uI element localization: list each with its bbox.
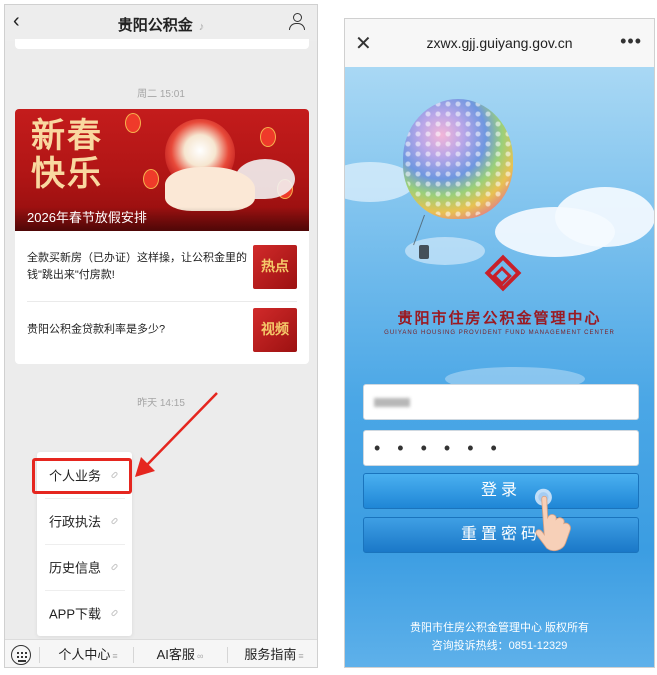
bottom-menu-bar: 个人中心 ≡ AI客服 ∞ 服务指南 ≡ (5, 639, 317, 667)
wechat-chat-screen: ‹ 贵阳公积金 ♪ 周二 15:01 新春快乐 2026年春节放假安排 全款买新房… (4, 4, 318, 668)
tap-hand-icon (534, 488, 571, 552)
reset-password-button[interactable]: 重置密码 (363, 517, 639, 553)
article-thumbnail: 视频 (253, 308, 297, 352)
page-url: zxwx.gjj.guiyang.gov.cn (426, 35, 573, 51)
password-mask: • • • • • • (374, 438, 503, 458)
tab-ai-service[interactable]: AI客服 ∞ (137, 640, 223, 667)
login-button[interactable]: 登录 (363, 473, 639, 509)
article-card[interactable]: 新春快乐 2026年春节放假安排 全款买新房（已办证）这样操，让公积金里的钱"跳… (15, 109, 309, 364)
login-screen: ✕ zxwx.gjj.guiyang.gov.cn ••• 贵阳市住房公积金管理… (344, 18, 655, 668)
highlight-box (32, 458, 132, 494)
sky-background: 贵阳市住房公积金管理中心 GUIYANG HOUSING PROVIDENT F… (345, 67, 654, 667)
previous-message (15, 39, 309, 49)
menu-lines-icon: ≡ (298, 651, 304, 661)
user-icon[interactable] (289, 13, 305, 31)
browser-header: ✕ zxwx.gjj.guiyang.gov.cn ••• (345, 19, 654, 67)
footer-hotline: 咨询投诉热线：0851-12329 (431, 640, 568, 652)
menu-item-app-download[interactable]: APP下载 (37, 590, 132, 636)
menu-lines-icon: ≡ (112, 651, 118, 661)
article-title: 贵阳公积金贷款利率是多少? (27, 323, 166, 336)
more-icon[interactable]: ••• (620, 31, 642, 52)
link-icon (110, 563, 119, 571)
basket-icon (419, 245, 429, 259)
link-icon (110, 609, 119, 617)
timestamp: 周二 15:01 (137, 89, 185, 100)
article-item[interactable]: 贵阳公积金贷款利率是多少? 视频 (27, 302, 297, 358)
menu-item-history-info[interactable]: 历史信息 (37, 544, 132, 590)
bell-mute-icon: ♪ (198, 21, 205, 33)
blurred-username (374, 398, 410, 408)
org-name: 贵阳市住房公积金管理中心 (397, 309, 602, 327)
timestamp: 昨天 14:15 (137, 398, 185, 409)
housing-fund-logo-icon (483, 254, 523, 297)
footer-copyright: 贵阳市住房公积金管理中心 版权所有 (409, 622, 590, 634)
tab-service-guide[interactable]: 服务指南 ≡ (231, 640, 317, 667)
article-title: 全款买新房（已办证）这样操，让公积金里的钱"跳出来"付房款! (27, 252, 247, 281)
article-item[interactable]: 全款买新房（已办证）这样操，让公积金里的钱"跳出来"付房款! 热点 (27, 239, 297, 295)
horse-illustration (165, 167, 255, 211)
username-field[interactable] (363, 384, 639, 420)
tab-personal-center[interactable]: 个人中心 ≡ (45, 640, 131, 667)
article-thumbnail: 热点 (253, 245, 297, 289)
chat-header: ‹ 贵阳公积金 ♪ (5, 5, 317, 41)
password-field[interactable]: • • • • • • (363, 430, 639, 466)
banner-image[interactable]: 新春快乐 2026年春节放假安排 (15, 109, 309, 231)
menu-item-administrative-enforcement[interactable]: 行政执法 (37, 498, 132, 544)
org-name-english: GUIYANG HOUSING PROVIDENT FUND MANAGEMEN… (384, 330, 615, 336)
banner-calligraphy: 新春快乐 (31, 116, 103, 194)
link-icon: ∞ (196, 651, 204, 661)
keyboard-icon[interactable] (11, 645, 31, 665)
link-icon (110, 517, 119, 525)
banner-caption: 2026年春节放假安排 (27, 210, 147, 225)
chat-title: 贵阳公积金 (117, 17, 193, 34)
